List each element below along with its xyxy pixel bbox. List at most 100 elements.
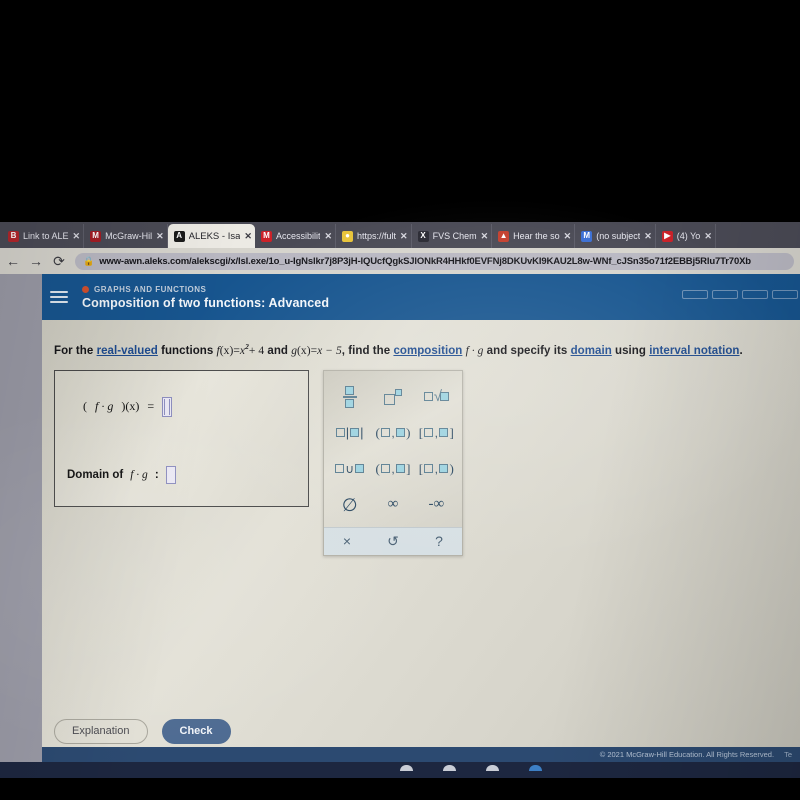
- square-root-key[interactable]: √: [415, 379, 458, 415]
- tab-label: Link to ALE: [23, 231, 69, 241]
- page-title: Composition of two functions: Advanced: [82, 295, 330, 310]
- link-interval-notation[interactable]: interval notation: [649, 345, 739, 357]
- back-icon[interactable]: ←: [6, 254, 20, 268]
- browser-tab[interactable]: ▶ (4) Yo ✕: [656, 224, 716, 248]
- keypad-row-2: | | (,) [,]: [328, 415, 458, 451]
- topic-eyebrow: GRAPHS AND FUNCTIONS: [82, 285, 682, 294]
- browser-nav-bar: ← → ⟳ 🔒 www-awn.aleks.com/alekscgi/x/lsl…: [0, 248, 800, 274]
- infinity-key[interactable]: ∞: [371, 487, 414, 523]
- power-key[interactable]: [371, 379, 414, 415]
- clear-key[interactable]: ×: [324, 528, 370, 555]
- f-body-tail: + 4: [248, 344, 265, 357]
- tab-favicon-icon: ▲: [498, 230, 510, 242]
- question-prompt: For the real-valued functions f(x)=x2+ 4…: [54, 342, 800, 357]
- aleks-page: GRAPHS AND FUNCTIONS Composition of two …: [42, 274, 800, 762]
- taskbar-icon-1: [400, 765, 413, 771]
- domain-label-colon: :: [154, 468, 159, 481]
- closed-open-interval-key[interactable]: [,): [415, 451, 458, 487]
- hamburger-menu-icon[interactable]: [50, 291, 68, 303]
- tab-close-icon[interactable]: ✕: [324, 231, 332, 242]
- explanation-button[interactable]: Explanation: [54, 719, 148, 744]
- domain-label-expr: f · g: [130, 468, 148, 481]
- browser-tab[interactable]: X FVS Chem ✕: [412, 224, 493, 248]
- topic-label: GRAPHS AND FUNCTIONS: [94, 284, 207, 294]
- tab-favicon-icon: M: [581, 230, 593, 242]
- tab-close-icon[interactable]: ✕: [644, 231, 652, 242]
- terms-link[interactable]: Te: [784, 750, 792, 759]
- link-composition[interactable]: composition: [393, 345, 462, 357]
- reload-icon[interactable]: ⟳: [52, 254, 66, 268]
- g-body: x − 5: [317, 344, 342, 357]
- keypad-row-4: ∅ ∞ -∞: [328, 487, 458, 523]
- help-key[interactable]: ?: [416, 528, 462, 555]
- browser-window: B Link to ALE ✕ M McGraw-Hil ✕ A ALEKS - Isa ✕ M A…: [0, 222, 800, 762]
- domain-label-prefix: Domain of: [67, 468, 124, 481]
- union-key[interactable]: ∪: [328, 451, 371, 487]
- prompt-part-4: and specify its: [483, 344, 571, 357]
- tab-close-icon[interactable]: ✕: [400, 231, 408, 242]
- page-footer: © 2021 McGraw-Hill Education. All Rights…: [42, 747, 800, 762]
- open-open-interval-key[interactable]: (,): [371, 415, 414, 451]
- tab-label: (no subject: [596, 231, 641, 241]
- aleks-header: GRAPHS AND FUNCTIONS Composition of two …: [42, 274, 800, 320]
- check-button[interactable]: Check: [161, 719, 231, 744]
- composition-answer-input[interactable]: [162, 396, 173, 417]
- domain-answer-input[interactable]: [165, 465, 176, 484]
- address-bar[interactable]: 🔒 www-awn.aleks.com/alekscgi/x/lsl.exe/1…: [75, 252, 794, 270]
- browser-tab[interactable]: M Accessibilit ✕: [255, 224, 336, 248]
- progress-segment: [772, 290, 798, 299]
- keypad-row-3: ∪ (,] [,): [328, 451, 458, 487]
- prompt-and: and: [264, 344, 292, 357]
- undo-key[interactable]: ↺: [370, 528, 416, 555]
- forward-icon[interactable]: →: [29, 254, 43, 268]
- browser-tab[interactable]: M McGraw-Hil ✕: [84, 224, 168, 248]
- browser-tab[interactable]: M (no subject ✕: [575, 224, 656, 248]
- prompt-part-1: For the: [54, 344, 97, 357]
- browser-tab-strip: B Link to ALE ✕ M McGraw-Hil ✕ A ALEKS - Isa ✕ M A…: [0, 222, 800, 248]
- tab-label: https://fult: [357, 231, 397, 241]
- fraction-key[interactable]: [328, 379, 371, 415]
- negative-infinity-key[interactable]: -∞: [415, 487, 458, 523]
- link-real-valued[interactable]: real-valued: [97, 345, 158, 357]
- work-row: ( f · g )(x) = Domain of f · g : √ | | (…: [54, 369, 800, 556]
- monitor-bezel: [0, 762, 800, 778]
- taskbar-icon-4: [529, 765, 542, 771]
- lesson-title-block: GRAPHS AND FUNCTIONS Composition of two …: [82, 285, 682, 310]
- tab-close-icon[interactable]: ✕: [704, 231, 712, 242]
- prompt-part-6: .: [739, 344, 743, 357]
- browser-tab[interactable]: ▲ Hear the so ✕: [492, 224, 576, 248]
- progress-indicator: [682, 290, 800, 299]
- tab-close-icon[interactable]: ✕: [73, 231, 81, 242]
- closed-closed-interval-key[interactable]: [,]: [415, 415, 458, 451]
- absolute-value-key[interactable]: | |: [328, 415, 371, 451]
- tab-favicon-icon: A: [173, 230, 185, 242]
- tab-label: ALEKS - Isa: [188, 230, 241, 242]
- eq-open-paren: (: [83, 399, 87, 414]
- browser-tab[interactable]: ● https://fult ✕: [336, 224, 412, 248]
- eq-close-paren: )(x): [121, 399, 140, 414]
- action-buttons: Explanation Check: [54, 719, 231, 744]
- prompt-part-3: , find the: [341, 344, 394, 357]
- tab-label: FVS Chem: [432, 231, 477, 241]
- keypad-toolbar: × ↺ ?: [324, 526, 462, 555]
- composition-expression: f · g: [465, 344, 484, 357]
- open-closed-interval-key[interactable]: (,]: [371, 451, 414, 487]
- tab-close-icon[interactable]: ✕: [564, 231, 572, 242]
- browser-tab-active[interactable]: A ALEKS - Isa ✕: [167, 224, 255, 248]
- tab-favicon-icon: B: [8, 230, 19, 242]
- tab-close-icon[interactable]: ✕: [156, 231, 164, 242]
- taskbar-icons: [400, 765, 542, 771]
- link-domain[interactable]: domain: [571, 345, 612, 357]
- function-g-arg: (x): [297, 344, 311, 357]
- tab-close-icon[interactable]: ✕: [481, 231, 489, 242]
- tab-favicon-icon: ▶: [661, 230, 673, 242]
- empty-set-key[interactable]: ∅: [328, 487, 371, 523]
- browser-tab[interactable]: B Link to ALE ✕: [2, 224, 85, 248]
- tab-close-icon[interactable]: ✕: [244, 231, 252, 242]
- tab-label: (4) Yo: [676, 231, 701, 241]
- prompt-part-5: using: [611, 344, 650, 357]
- lock-icon: 🔒: [83, 255, 95, 266]
- eq-equals: =: [147, 399, 155, 414]
- eq-label: f · g: [95, 399, 114, 414]
- topic-dot-icon: [82, 285, 89, 293]
